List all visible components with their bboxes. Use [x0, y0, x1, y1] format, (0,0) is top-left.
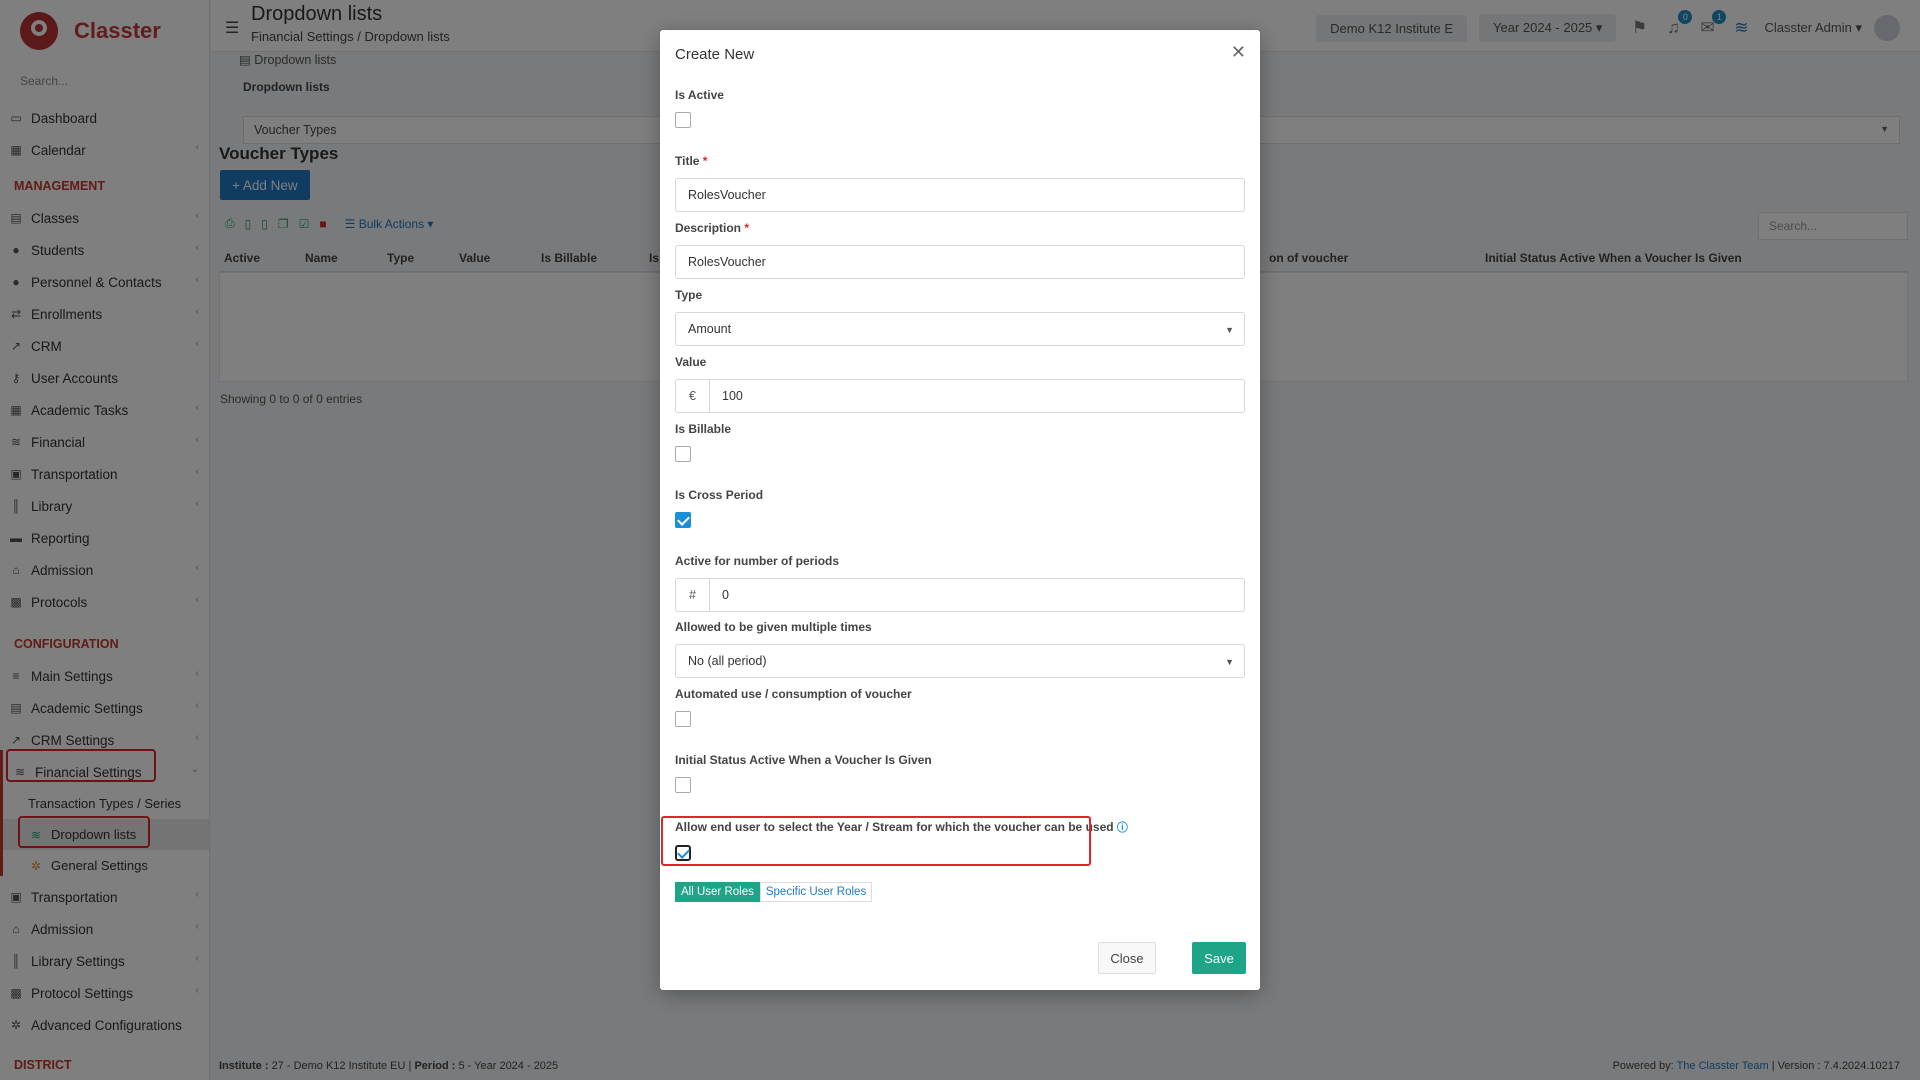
field-label: Title *	[675, 154, 1245, 168]
field-label: Is Active	[675, 88, 724, 102]
initial-status-field: Initial Status Active When a Voucher Is …	[675, 753, 1245, 793]
title-field: Title * RolesVoucher	[675, 154, 1245, 212]
field-label: Value	[675, 355, 707, 369]
periods-input-group[interactable]: # 0	[675, 578, 1245, 612]
multiple-value: No (all period)	[688, 654, 767, 668]
value-field: Value € 100	[675, 355, 1245, 413]
initial-status-checkbox[interactable]	[675, 777, 691, 793]
user-roles-toggle: All User Roles Specific User Roles	[675, 882, 873, 902]
caret-down-icon: ▼	[1225, 325, 1234, 335]
info-icon[interactable]: ⓘ	[1117, 822, 1128, 834]
hash-addon: #	[676, 579, 710, 611]
all-user-roles-button[interactable]: All User Roles	[675, 882, 760, 902]
is-active-field: Is Active	[675, 88, 1245, 128]
field-label: Type	[675, 288, 703, 302]
description-input[interactable]: RolesVoucher	[675, 245, 1245, 279]
euro-addon: €	[676, 380, 710, 412]
highlight-allow-year	[661, 816, 1091, 866]
save-button[interactable]: Save	[1192, 942, 1246, 974]
required-marker: *	[744, 221, 750, 235]
description-label: Description	[675, 221, 742, 235]
is-billable-field: Is Billable	[675, 422, 1245, 462]
close-icon[interactable]: ✕	[1231, 42, 1246, 63]
field-label: Is Cross Period	[675, 488, 764, 502]
type-field: Type Amount ▼	[675, 288, 1245, 346]
modal-title: Create New	[675, 46, 755, 63]
cross-period-checkbox[interactable]	[675, 512, 691, 528]
description-field: Description * RolesVoucher	[675, 221, 1245, 279]
cross-period-field: Is Cross Period	[675, 488, 1245, 528]
title-label: Title	[675, 154, 700, 168]
create-new-modal: Create New ✕ Is Active Title * RolesVouc…	[660, 30, 1260, 990]
field-label: Is Billable	[675, 422, 732, 436]
multiple-select[interactable]: No (all period) ▼	[675, 644, 1245, 678]
field-label: Automated use / consumption of voucher	[675, 687, 912, 701]
automated-checkbox[interactable]	[675, 711, 691, 727]
title-input[interactable]: RolesVoucher	[675, 178, 1245, 212]
value-input-group[interactable]: € 100	[675, 379, 1245, 413]
type-select[interactable]: Amount ▼	[675, 312, 1245, 346]
multiple-field: Allowed to be given multiple times No (a…	[675, 620, 1245, 678]
is-active-checkbox[interactable]	[675, 112, 691, 128]
field-label: Initial Status Active When a Voucher Is …	[675, 753, 932, 767]
periods-field: Active for number of periods # 0	[675, 554, 1245, 612]
field-label: Description *	[675, 221, 1245, 235]
is-billable-checkbox[interactable]	[675, 446, 691, 462]
field-label: Active for number of periods	[675, 554, 840, 568]
periods-input[interactable]: 0	[710, 579, 741, 611]
close-button[interactable]: Close	[1098, 942, 1156, 974]
type-value: Amount	[688, 322, 732, 336]
required-marker: *	[702, 154, 708, 168]
value-input[interactable]: 100	[710, 380, 755, 412]
specific-user-roles-button[interactable]: Specific User Roles	[759, 882, 873, 902]
field-label: Allowed to be given multiple times	[675, 620, 872, 634]
caret-down-icon: ▼	[1225, 657, 1234, 667]
automated-field: Automated use / consumption of voucher	[675, 687, 1245, 727]
